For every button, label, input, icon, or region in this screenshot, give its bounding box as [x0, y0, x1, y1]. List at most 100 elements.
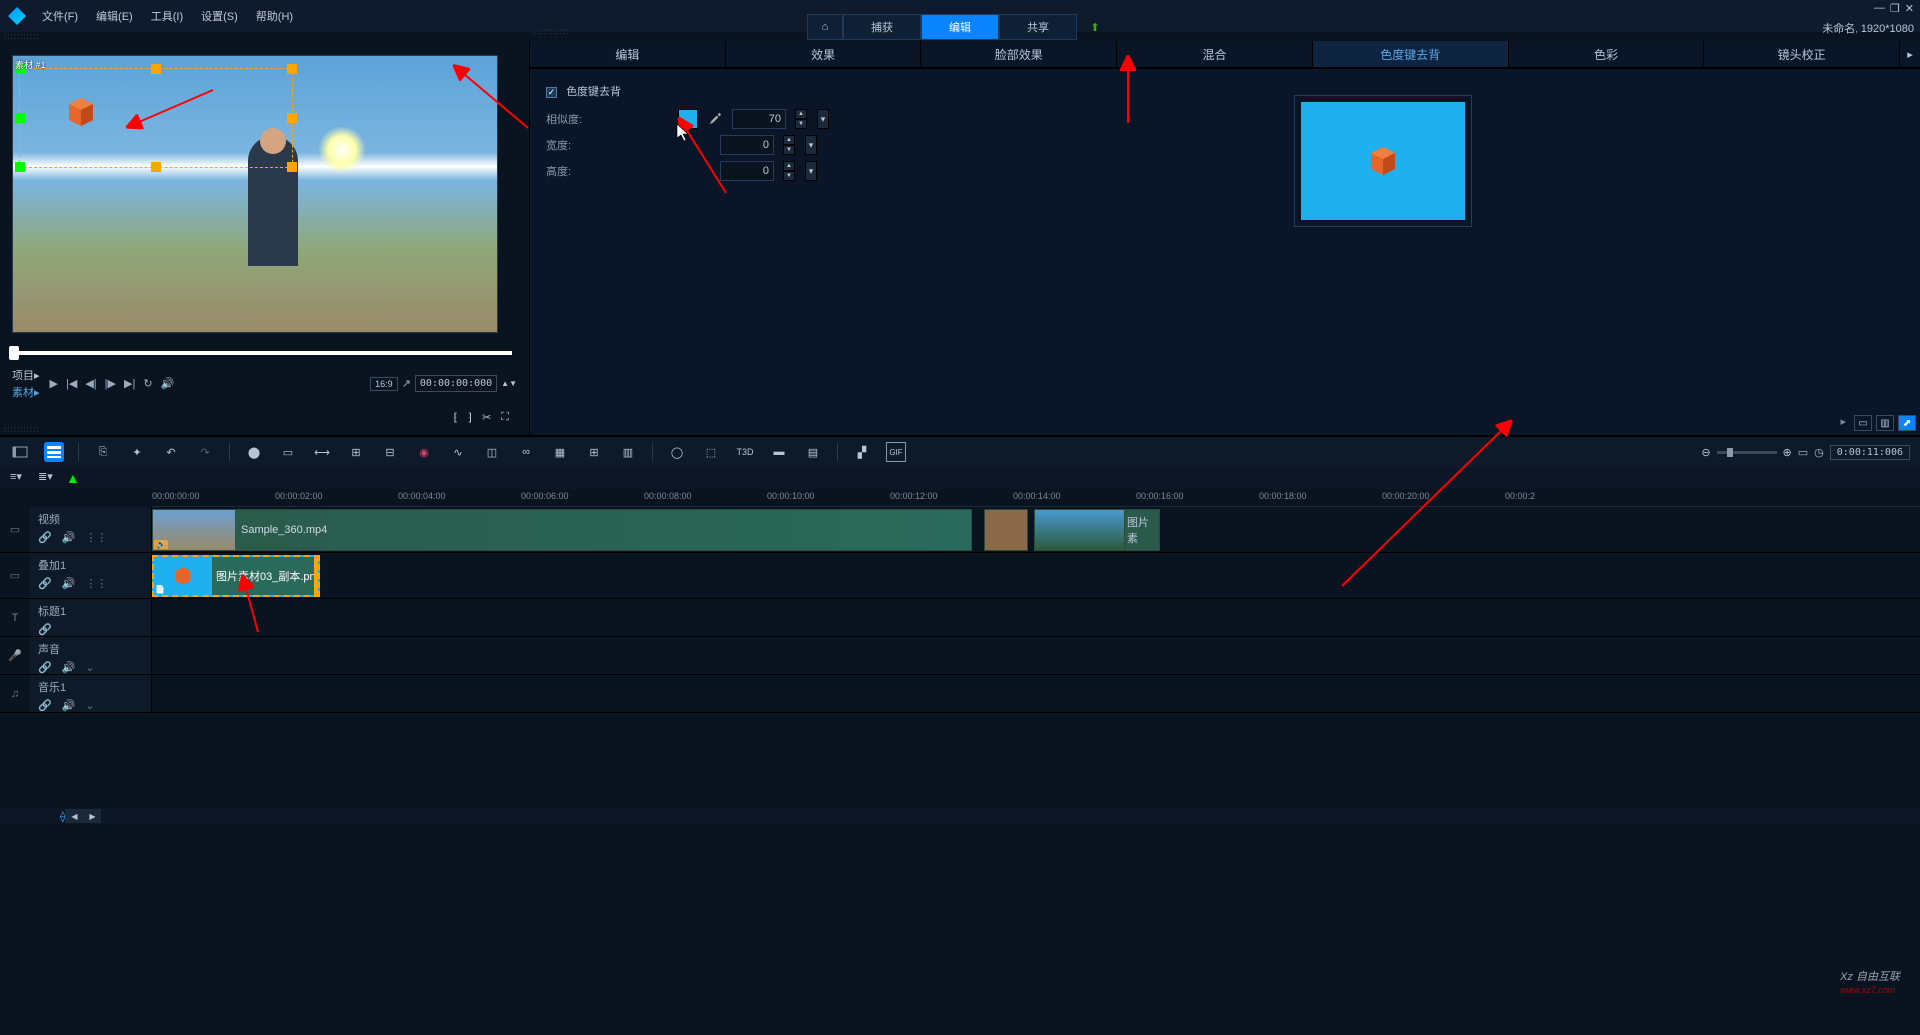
height-input[interactable]: [720, 161, 774, 181]
zoom-clock[interactable]: ◷: [1814, 446, 1824, 459]
tool-stretch[interactable]: ⟷: [312, 442, 332, 462]
expand-track[interactable]: ⌄: [85, 699, 94, 712]
timeline-ruler[interactable]: 00:00:00:0000:00:02:0000:00:04:0000:00:0…: [152, 489, 1920, 507]
menu-settings[interactable]: 设置(S): [201, 8, 238, 24]
similarity-input[interactable]: [732, 109, 786, 129]
expand-icon[interactable]: ⛶: [501, 411, 509, 424]
track-opts[interactable]: ⋮⋮: [85, 531, 107, 544]
eyedropper-icon[interactable]: [708, 112, 722, 126]
link-icon[interactable]: 🔗: [38, 699, 52, 712]
tab-more[interactable]: ▸: [1900, 41, 1920, 67]
menu-help[interactable]: 帮助(H): [256, 8, 293, 24]
aspect-ratio[interactable]: 16:9: [370, 377, 398, 391]
zoom-out[interactable]: ⊖: [1701, 446, 1710, 459]
menu-edit[interactable]: 编辑(E): [96, 8, 133, 24]
tab-lens[interactable]: 镜头校正: [1704, 41, 1900, 67]
tool-subtitle[interactable]: ▬: [769, 442, 789, 462]
cut-icon[interactable]: ✂: [482, 411, 491, 424]
mode-capture[interactable]: 捕获: [843, 14, 921, 40]
handle-ml[interactable]: [15, 113, 25, 123]
tool-fx[interactable]: ✦: [127, 442, 147, 462]
clip-main-video[interactable]: Sample_360.mp4: [152, 509, 972, 551]
timeline-timecode[interactable]: 0:00:11:006: [1830, 445, 1910, 460]
tab-color[interactable]: 色彩: [1509, 41, 1705, 67]
tool-link[interactable]: ∞: [516, 442, 536, 462]
selection-box[interactable]: [19, 68, 293, 168]
tab-effect[interactable]: 效果: [726, 41, 922, 67]
link-icon[interactable]: 🔗: [38, 577, 52, 590]
track-opts[interactable]: ⋮⋮: [85, 577, 107, 590]
layout-icon-1[interactable]: ▭: [1854, 415, 1872, 431]
mute-icon[interactable]: 🔊: [62, 531, 76, 544]
tl-list-icon[interactable]: ≣▾: [38, 470, 54, 486]
sim-down[interactable]: ▼: [795, 119, 807, 129]
w-reset[interactable]: ▾: [805, 135, 817, 155]
handle-bm[interactable]: [151, 162, 161, 172]
mode-edit[interactable]: 编辑: [921, 14, 999, 40]
handle-tr[interactable]: [287, 64, 297, 74]
preview-project-label[interactable]: 项目▸: [12, 367, 40, 383]
link-icon[interactable]: 🔗: [38, 531, 52, 544]
mute-icon[interactable]: 🔊: [62, 699, 76, 712]
volume-button[interactable]: 🔊: [161, 377, 175, 390]
mode-upload[interactable]: ⬆: [1077, 14, 1113, 40]
tool-cal[interactable]: ▦: [550, 442, 570, 462]
zoom-slider[interactable]: [1717, 451, 1777, 454]
h-down[interactable]: ▼: [783, 171, 795, 181]
chroma-enable-checkbox[interactable]: ✓: [546, 87, 557, 98]
tool-redo[interactable]: ↷: [195, 442, 215, 462]
zoom-fit[interactable]: ▭: [1798, 446, 1808, 459]
timecode-display[interactable]: 00:00:00:000: [415, 375, 497, 392]
tool-record[interactable]: ⬤: [244, 442, 264, 462]
tool-audio[interactable]: ∿: [448, 442, 468, 462]
scrub-head[interactable]: [9, 346, 19, 360]
preview-clip-tab[interactable]: 素材▸: [12, 384, 40, 400]
mark-in-icon[interactable]: ⁅: [453, 411, 457, 424]
tool-grid[interactable]: ⊞: [584, 442, 604, 462]
tool-marker1[interactable]: ⊞: [346, 442, 366, 462]
tool-strip[interactable]: ▥: [618, 442, 638, 462]
loop-button[interactable]: ↻: [143, 377, 152, 390]
clip-image-3[interactable]: 图片素: [1124, 509, 1160, 551]
window-maximize[interactable]: ❐: [1890, 2, 1900, 15]
clip-transition[interactable]: [984, 509, 1028, 551]
sim-reset[interactable]: ▾: [817, 109, 829, 129]
tab-blend[interactable]: 混合: [1117, 41, 1313, 67]
link-icon[interactable]: 🔗: [38, 661, 52, 674]
step-back-button[interactable]: ◀|: [85, 377, 96, 390]
width-input[interactable]: [720, 135, 774, 155]
goto-end-button[interactable]: ▶|: [124, 377, 135, 390]
tool-t3d[interactable]: T3D: [735, 442, 755, 462]
tool-crop[interactable]: ⬚: [701, 442, 721, 462]
mark-out-icon[interactable]: ⁆: [468, 411, 472, 424]
handle-br[interactable]: [287, 162, 297, 172]
link-icon[interactable]: 🔗: [38, 623, 52, 636]
tool-image[interactable]: ▞: [852, 442, 872, 462]
tool-marker2[interactable]: ⊟: [380, 442, 400, 462]
step-fwd-button[interactable]: |▶: [105, 377, 116, 390]
storyboard-view[interactable]: [10, 442, 30, 462]
layout-icon-2[interactable]: ▥: [1876, 415, 1894, 431]
window-close[interactable]: ✕: [1905, 2, 1914, 15]
tool-cam[interactable]: ◫: [482, 442, 502, 462]
handle-bl[interactable]: [15, 162, 25, 172]
w-down[interactable]: ▼: [783, 145, 795, 155]
clip-overlay[interactable]: 图片素材03_副本.pn: [152, 555, 320, 597]
tool-track[interactable]: ▤: [803, 442, 823, 462]
goto-start-button[interactable]: |◀: [66, 377, 77, 390]
mode-share[interactable]: 共享: [999, 14, 1077, 40]
layout-maximize[interactable]: ⬈: [1898, 415, 1916, 431]
handle-mr[interactable]: [287, 113, 297, 123]
tl-menu-icon[interactable]: ≡▾: [10, 470, 26, 486]
tool-copy[interactable]: ⎘: [93, 442, 113, 462]
w-up[interactable]: ▲: [783, 135, 795, 145]
tool-circle[interactable]: ◉: [414, 442, 434, 462]
footer-arrow[interactable]: ▸: [1840, 415, 1846, 431]
window-minimize[interactable]: —: [1874, 2, 1885, 15]
tool-gif[interactable]: GIF: [886, 442, 906, 462]
h-reset[interactable]: ▾: [805, 161, 817, 181]
tab-face[interactable]: 脸部效果: [921, 41, 1117, 67]
menu-file[interactable]: 文件(F): [42, 8, 78, 24]
preview-viewport[interactable]: 素材 #1: [12, 55, 498, 333]
zoom-in[interactable]: ⊕: [1783, 446, 1792, 459]
